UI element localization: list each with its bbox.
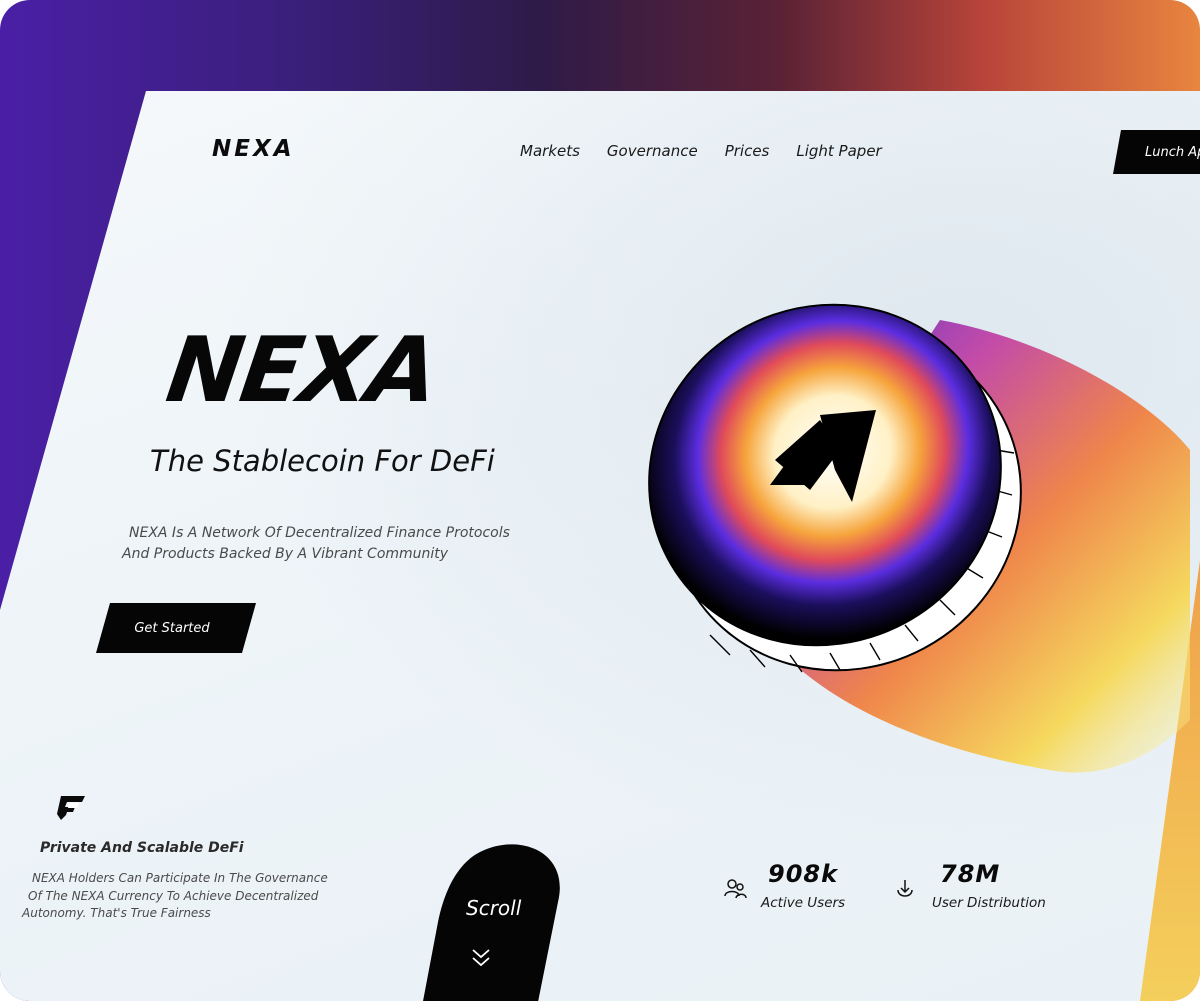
double-chevron-down-icon (472, 949, 490, 967)
stat-user-distribution-label: User Distribution (932, 895, 1046, 911)
hero-description-line: NEXA Is A Network Of Decentralized Finan… (129, 525, 510, 541)
shield-g-icon (57, 796, 85, 820)
app-frame: NEXA Markets Governance Prices Light Pap… (0, 0, 1200, 1001)
nexa-coin-illustration (648, 303, 1190, 773)
launch-app-label: Lunch App (1145, 144, 1200, 160)
brand-logo[interactable]: NEXA (212, 136, 295, 162)
stat-user-distribution-value: 78M (940, 860, 1001, 888)
stat-active-users-value: 908k (768, 860, 839, 888)
scroll-button[interactable] (420, 842, 570, 1001)
stat-active-users-label: Active Users (761, 895, 846, 911)
nav-item-governance[interactable]: Governance (607, 142, 698, 160)
feature-description: NEXA Holders Can Participate In The Gove… (22, 870, 342, 923)
get-started-label: Get Started (134, 620, 210, 636)
launch-app-button[interactable]: Lunch App (1113, 130, 1200, 174)
feature-description-line: Of The NEXA Currency To Achieve Decentra… (28, 888, 319, 903)
nav-item-light-paper[interactable]: Light Paper (796, 142, 881, 160)
main-nav: Markets Governance Prices Light Paper (520, 142, 882, 160)
feature-title: Private And Scalable DeFi (40, 840, 244, 856)
hero-title: NEXA (160, 318, 444, 423)
feature-description-line: Autonomy. That's True Fairness (22, 906, 211, 920)
download-icon (897, 880, 913, 897)
hero-description-line: And Products Backed By A Vibrant Communi… (122, 546, 449, 562)
nav-item-prices[interactable]: Prices (725, 142, 770, 160)
nav-item-markets[interactable]: Markets (520, 142, 580, 160)
get-started-button[interactable]: Get Started (96, 603, 256, 653)
hero-description: NEXA Is A Network Of Decentralized Finan… (122, 523, 542, 565)
hero-subtitle: The Stablecoin For DeFi (150, 444, 495, 478)
scroll-label: Scroll (466, 896, 522, 920)
feature-description-line: NEXA Holders Can Participate In The Gove… (32, 871, 328, 885)
users-icon (724, 879, 747, 899)
